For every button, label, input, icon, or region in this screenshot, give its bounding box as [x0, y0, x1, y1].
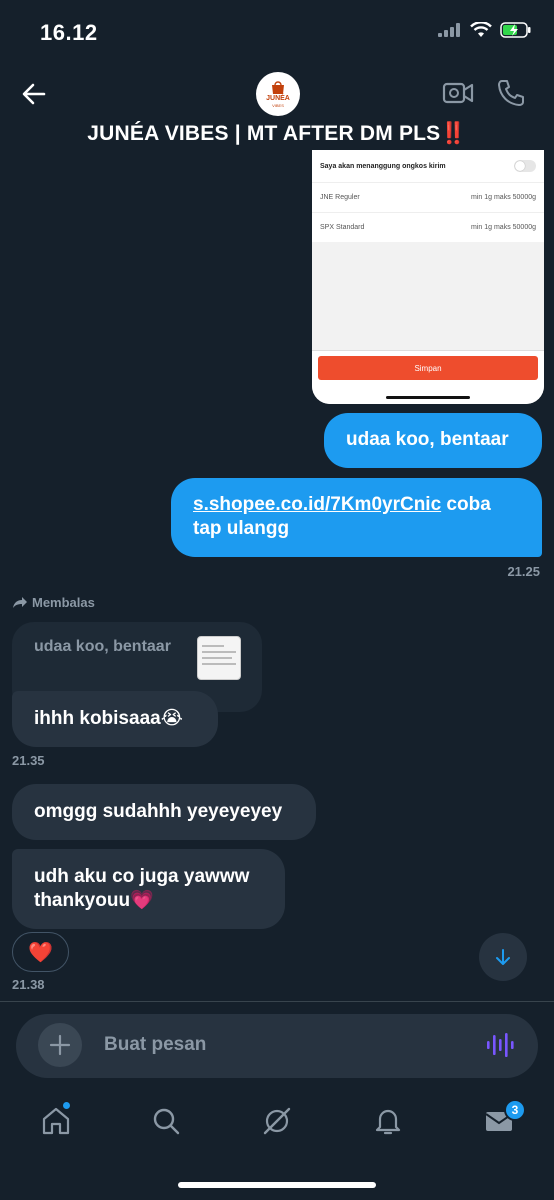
message-reaction[interactable]: ❤️: [12, 932, 69, 972]
arrow-down-icon: [496, 949, 510, 965]
message-input[interactable]: [104, 1028, 464, 1062]
voice-call-button[interactable]: [496, 78, 526, 108]
shop-bag-icon: [272, 80, 284, 94]
screenshot-option-row: JNE Reguler min 1g maks 50000g: [312, 182, 544, 212]
screenshot-toggle: [514, 160, 536, 172]
plus-icon: [49, 1034, 71, 1056]
screenshot-toggle-label: Saya akan menanggung ongkos kirim: [320, 162, 446, 170]
status-time: 16.12: [40, 20, 98, 45]
screenshot-save-button: Simpan: [318, 356, 538, 380]
nav-grok[interactable]: [259, 1103, 295, 1139]
chat-title[interactable]: JUNÉA VIBES | MT AFTER DM PLS‼️: [0, 122, 554, 146]
home-notification-dot: [62, 1101, 71, 1110]
screenshot-option-name: SPX Standard: [320, 224, 365, 231]
quoted-text: udaa koo, bentaar: [34, 638, 171, 655]
grok-icon: [263, 1107, 291, 1135]
screenshot-option-detail: min 1g maks 50000g: [471, 224, 536, 231]
message-timestamp: 21.35: [12, 753, 45, 768]
outgoing-message[interactable]: s.shopee.co.id/7Km0yrCnic coba tap ulang…: [171, 478, 542, 557]
wifi-icon: [470, 22, 492, 37]
battery-charging-icon: [500, 22, 531, 38]
messages-badge: 3: [504, 1099, 526, 1121]
phone-icon: [498, 80, 524, 106]
reply-label: Membalas: [32, 595, 95, 610]
incoming-message[interactable]: omggg sudahhh yeyeyeyey: [12, 784, 316, 840]
reply-indicator: Membalas: [12, 595, 95, 610]
screenshot-option-row: SPX Standard min 1g maks 50000g: [312, 212, 544, 242]
incoming-message[interactable]: ihhh kobisaaa😭: [12, 691, 218, 747]
message-timestamp: 21.25: [507, 564, 540, 579]
quoted-image-thumbnail: [197, 636, 241, 680]
arrow-left-icon: [22, 83, 46, 105]
message-link[interactable]: s.shopee.co.id/7Km0yrCnic: [193, 494, 441, 515]
cellular-signal-icon: [438, 23, 460, 37]
voice-message-button[interactable]: [484, 1030, 516, 1060]
reply-arrow-icon: [13, 596, 27, 608]
nav-search[interactable]: [148, 1103, 184, 1139]
screenshot-option-detail: min 1g maks 50000g: [471, 194, 536, 201]
composer-divider: [0, 1001, 554, 1002]
add-attachment-button[interactable]: [38, 1023, 82, 1067]
shared-screenshot-image[interactable]: Saya akan menanggung ongkos kirim JNE Re…: [312, 150, 544, 404]
avatar-brand-subtext: VIBES: [272, 102, 284, 108]
avatar-brand-text: JUNÉA: [266, 94, 290, 102]
outgoing-message[interactable]: udaa koo, bentaar: [324, 413, 542, 468]
scroll-to-bottom-button[interactable]: [479, 933, 527, 981]
screenshot-toggle-row: Saya akan menanggung ongkos kirim: [312, 150, 544, 182]
nav-notifications[interactable]: [370, 1103, 406, 1139]
screenshot-option-name: JNE Reguler: [320, 194, 360, 201]
back-button[interactable]: [18, 78, 50, 110]
video-camera-icon: [442, 82, 474, 104]
screenshot-home-indicator: [386, 396, 470, 399]
audio-wave-icon: [487, 1033, 514, 1057]
avatar[interactable]: JUNÉA VIBES: [256, 72, 300, 116]
incoming-message[interactable]: udh aku co juga yawww thankyouu💗: [12, 849, 285, 929]
message-timestamp: 21.38: [12, 977, 45, 992]
bell-icon: [375, 1109, 401, 1135]
status-icons: [438, 22, 532, 38]
search-icon: [153, 1108, 180, 1135]
video-call-button[interactable]: [442, 78, 474, 108]
home-indicator: [178, 1182, 376, 1188]
